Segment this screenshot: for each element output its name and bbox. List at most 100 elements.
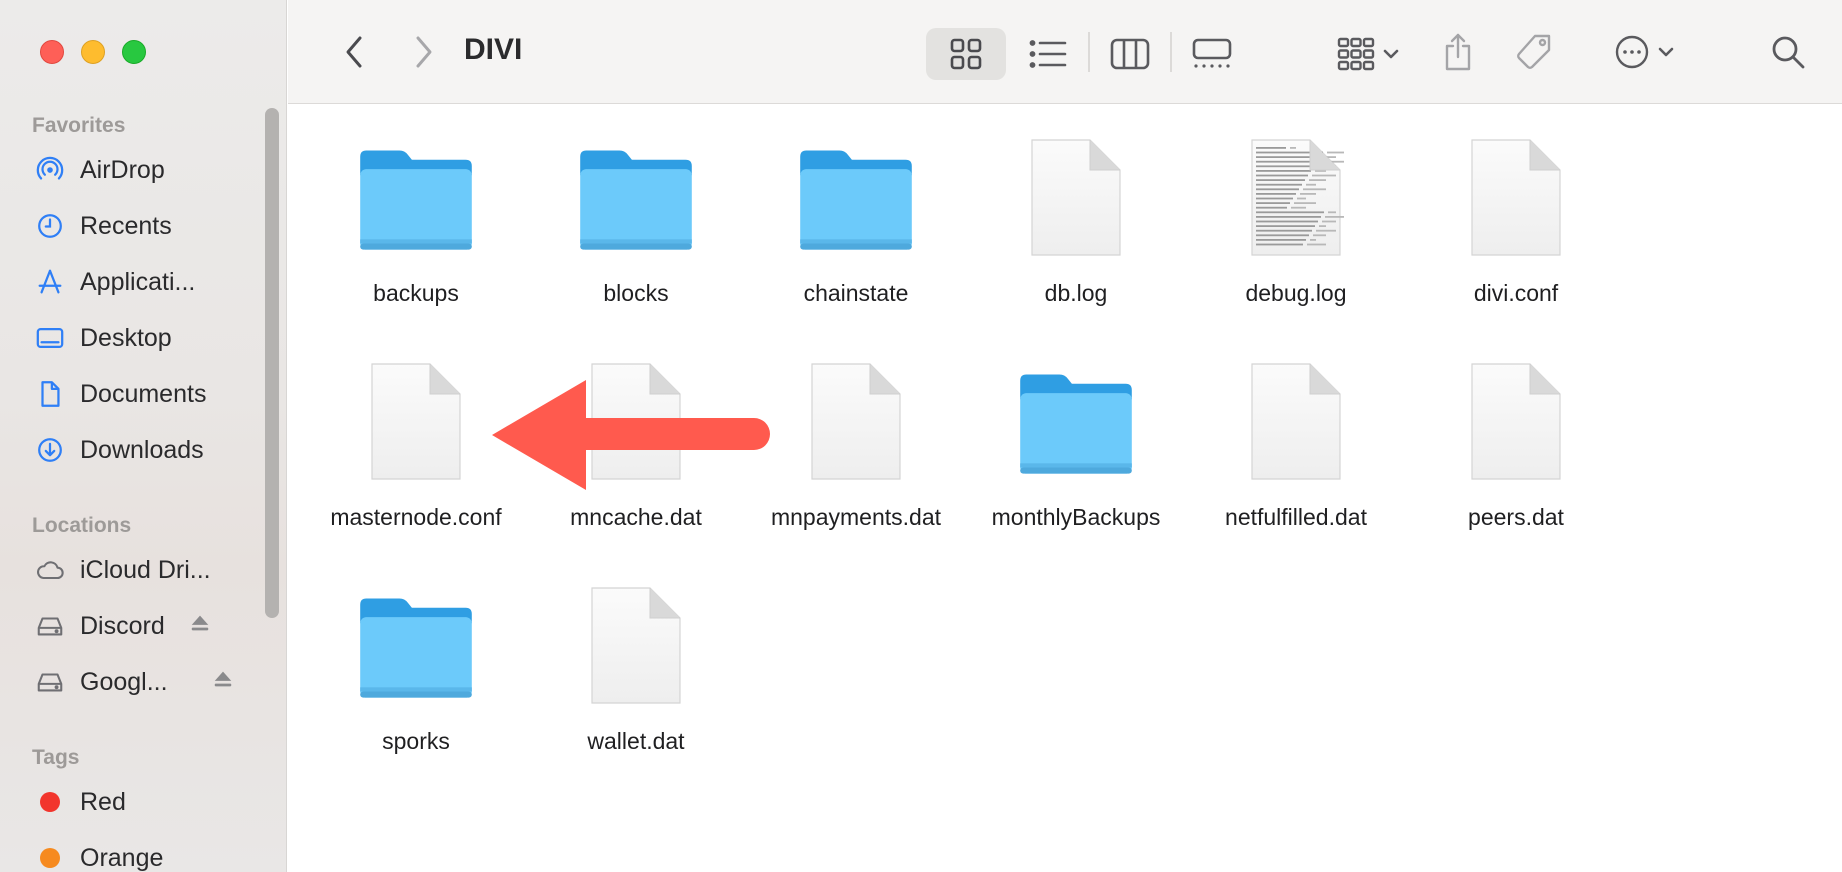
item-name: divi.conf	[1473, 280, 1559, 306]
sidebar: Favorites AirDrop Recents Applicati... D…	[0, 0, 287, 872]
sidebar-item-label: Downloads	[80, 435, 204, 464]
item-name: backups	[373, 280, 459, 306]
ellipsis-circle-icon	[1615, 35, 1649, 69]
column-view-button[interactable]	[1090, 28, 1170, 80]
close-window-button[interactable]	[40, 40, 64, 64]
file-item[interactable]: netfulfilled.dat	[1186, 358, 1406, 531]
file-item[interactable]: debug.log	[1186, 134, 1406, 307]
sidebar-item-recents[interactable]: Recents	[34, 204, 274, 248]
tag-button[interactable]	[1504, 26, 1564, 78]
text-document-icon	[1251, 139, 1344, 256]
group-by-button[interactable]	[1328, 28, 1408, 80]
group-icon	[1337, 37, 1375, 71]
item-thumbnail	[526, 358, 746, 486]
sidebar-item-tag-orange[interactable]: Orange	[34, 836, 274, 872]
more-actions-button[interactable]	[1604, 26, 1684, 78]
document-icon	[811, 363, 901, 480]
file-item[interactable]: db.log	[966, 134, 1186, 307]
zoom-window-button[interactable]	[122, 40, 146, 64]
item-name: monthlyBackups	[991, 504, 1161, 530]
folder-item[interactable]: sporks	[306, 582, 526, 755]
chevron-right-icon	[416, 36, 432, 68]
gallery-view-icon	[1192, 38, 1232, 68]
document-icon	[591, 363, 681, 480]
folder-icon	[360, 150, 472, 250]
file-item[interactable]: mnpayments.dat	[746, 358, 966, 531]
minimize-window-button[interactable]	[81, 40, 105, 64]
folder-icon	[800, 150, 912, 250]
window-controls	[40, 40, 146, 64]
sidebar-item-icloud-drive[interactable]: iCloud Dri...	[34, 548, 274, 592]
sidebar-item-label: Desktop	[80, 323, 172, 352]
item-thumbnail	[306, 134, 526, 262]
desktop-icon	[34, 322, 66, 354]
item-name: mncache.dat	[570, 504, 702, 530]
sidebar-item-discord[interactable]: Discord	[34, 604, 274, 648]
clock-icon	[34, 210, 66, 242]
document-icon	[34, 378, 66, 410]
airdrop-icon	[34, 154, 66, 186]
item-thumbnail	[526, 582, 746, 710]
folder-item[interactable]: backups	[306, 134, 526, 307]
document-icon	[1031, 139, 1121, 256]
item-name: chainstate	[803, 280, 909, 306]
item-name: masternode.conf	[330, 504, 502, 530]
gallery-view-button[interactable]	[1172, 28, 1252, 80]
drive-icon	[34, 666, 66, 698]
document-icon	[1471, 363, 1561, 480]
eject-icon[interactable]	[189, 612, 211, 641]
file-item[interactable]: masternode.conf	[306, 358, 526, 531]
folder-icon	[1020, 374, 1132, 474]
document-icon	[1471, 139, 1561, 256]
forward-button[interactable]	[402, 30, 446, 74]
item-thumbnail	[1406, 134, 1626, 262]
file-item[interactable]: divi.conf	[1406, 134, 1626, 307]
tags-section-title: Tags	[32, 746, 80, 769]
item-thumbnail	[966, 134, 1186, 262]
sidebar-item-label: AirDrop	[80, 155, 165, 184]
sidebar-scrollbar[interactable]	[265, 108, 279, 618]
item-name: db.log	[1044, 280, 1108, 306]
drive-icon	[34, 610, 66, 642]
file-item[interactable]: mncache.dat	[526, 358, 746, 531]
search-button[interactable]	[1758, 26, 1818, 78]
item-name: peers.dat	[1468, 504, 1564, 530]
sidebar-item-desktop[interactable]: Desktop	[34, 316, 274, 360]
folder-item[interactable]: monthlyBackups	[966, 358, 1186, 531]
cloud-icon	[34, 554, 66, 586]
sidebar-item-tag-red[interactable]: Red	[34, 780, 274, 824]
item-thumbnail	[306, 358, 526, 486]
file-grid: backups blocks chainstate db.log debug.l…	[288, 104, 1842, 872]
sidebar-item-documents[interactable]: Documents	[34, 372, 274, 416]
sidebar-item-label: Documents	[80, 379, 207, 408]
chevron-down-icon	[1658, 47, 1674, 57]
toolbar: DIVI	[288, 0, 1842, 104]
item-thumbnail	[746, 134, 966, 262]
list-view-button[interactable]	[1008, 28, 1088, 80]
sidebar-item-downloads[interactable]: Downloads	[34, 428, 274, 472]
item-thumbnail	[306, 582, 526, 710]
file-item[interactable]: peers.dat	[1406, 358, 1626, 531]
icon-view-button[interactable]	[926, 28, 1006, 80]
item-thumbnail	[746, 358, 966, 486]
sidebar-item-applications[interactable]: Applicati...	[34, 260, 274, 304]
document-icon	[1251, 363, 1341, 480]
sidebar-item-label: Orange	[80, 843, 164, 872]
sidebar-item-google-drive[interactable]: Googl...	[34, 660, 274, 704]
locations-section-title: Locations	[32, 514, 132, 537]
back-button[interactable]	[332, 30, 376, 74]
folder-item[interactable]: chainstate	[746, 134, 966, 307]
item-name: sporks	[382, 728, 450, 754]
sidebar-item-airdrop[interactable]: AirDrop	[34, 148, 274, 192]
search-icon	[1772, 36, 1805, 69]
share-icon	[1445, 33, 1471, 71]
document-icon	[591, 587, 681, 704]
folder-icon	[360, 598, 472, 698]
item-thumbnail	[1186, 358, 1406, 486]
share-button[interactable]	[1428, 26, 1488, 78]
window-title: DIVI	[464, 33, 523, 66]
eject-icon[interactable]	[212, 668, 234, 697]
applications-icon	[34, 266, 66, 298]
folder-item[interactable]: blocks	[526, 134, 746, 307]
file-item[interactable]: wallet.dat	[526, 582, 746, 755]
